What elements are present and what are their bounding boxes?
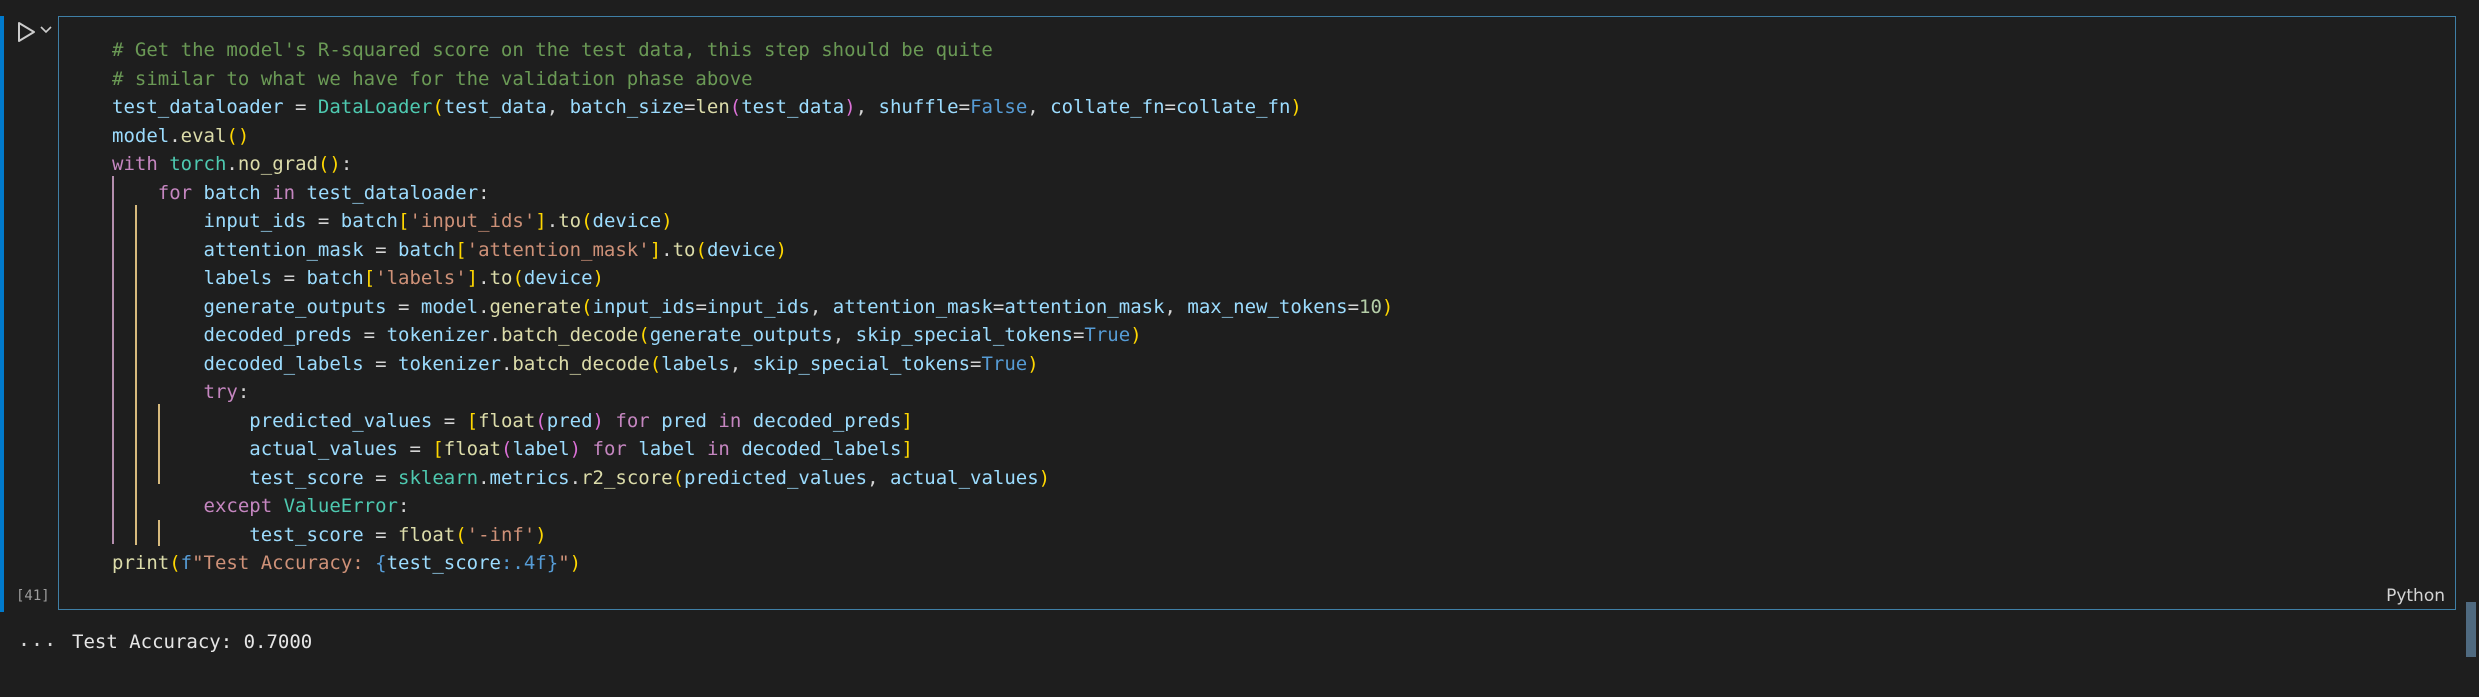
cell-language-label[interactable]: Python (2386, 586, 2445, 606)
scrollbar-thumb[interactable] (2466, 602, 2476, 657)
output-more-button[interactable]: ... (18, 627, 57, 651)
cell-output: Test Accuracy: 0.7000 (72, 631, 313, 653)
chevron-down-icon[interactable] (40, 25, 52, 35)
cell-focus-bar (0, 16, 4, 612)
run-cell-button[interactable] (14, 20, 38, 44)
execution-count: [41] (16, 588, 50, 604)
code-editor[interactable]: # Get the model's R-squared score on the… (112, 36, 1393, 578)
